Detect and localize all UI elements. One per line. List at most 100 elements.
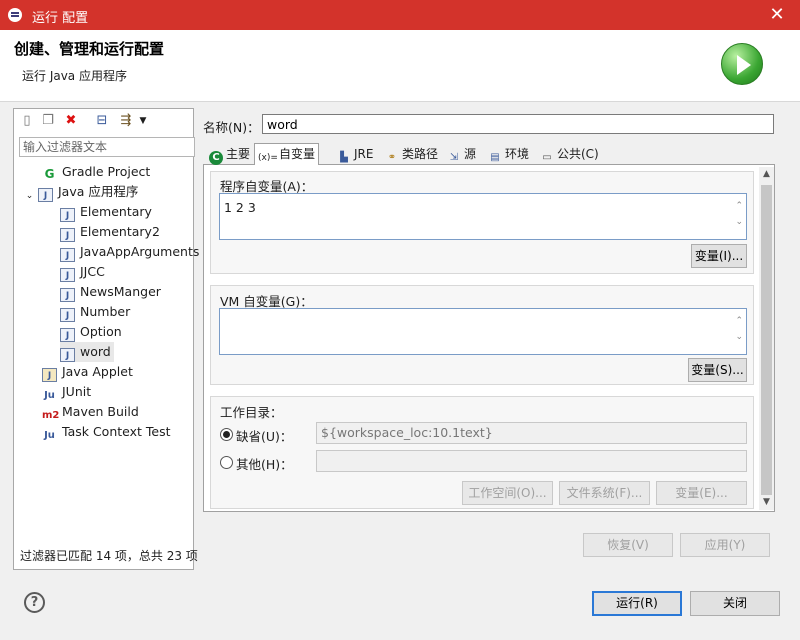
gradle-icon: G	[44, 167, 55, 181]
tab-label: 源	[464, 147, 477, 161]
vm-args-input[interactable]: ⌃ ⌄	[219, 308, 747, 355]
tree-item-newsmanger[interactable]: J NewsManger	[60, 282, 161, 302]
classpath-icon: ⚭	[387, 152, 397, 163]
tab-label: 公共(C)	[557, 147, 599, 161]
tab-label: 自变量	[279, 147, 316, 161]
tree-item-task-context[interactable]: Ju Task Context Test	[42, 422, 171, 442]
tree-item-label: JavaAppArguments	[80, 244, 200, 259]
tree-item-label: Gradle Project	[62, 164, 151, 179]
tree-item-label: JJCC	[80, 264, 105, 279]
delete-icon[interactable]: ✖	[63, 113, 79, 129]
tree-item-label: Option	[80, 324, 122, 339]
tab-label: 环境	[505, 147, 530, 161]
tree-item-jjcc[interactable]: J JJCC	[60, 262, 105, 282]
java-app-icon: J	[60, 268, 75, 282]
duplicate-icon[interactable]: ❐	[40, 113, 56, 129]
tree-item-number[interactable]: J Number	[60, 302, 130, 322]
vm-variables-button[interactable]: 变量(S)...	[688, 358, 747, 382]
java-app-icon: J	[60, 208, 75, 222]
tab-environment[interactable]: ▤ 环境	[484, 143, 533, 165]
tab-scrollbar[interactable]: ▲ ▼	[759, 167, 774, 510]
tab-arguments[interactable]: (x)=自变量	[254, 143, 320, 166]
tree-item-maven[interactable]: m2 Maven Build	[42, 402, 139, 422]
default-dir-radio[interactable]	[220, 428, 233, 441]
tab-label: 主要	[226, 147, 251, 161]
applet-icon: J	[42, 368, 57, 382]
tree-item-elementary[interactable]: J Elementary	[60, 202, 152, 222]
config-tabs: C 主要 (x)=自变量 ▙ JRE ⚭ 类路径 ⇲ 源 ▤ 环境 ▭ 公共(C)	[203, 141, 775, 166]
tree-item-java-app[interactable]: ⌄ J Java 应用程序	[24, 182, 138, 202]
collapse-all-icon[interactable]: ⊟	[94, 113, 110, 129]
program-args-value: 1 2 3	[224, 200, 256, 215]
chevron-down-icon[interactable]: ▼	[138, 113, 148, 129]
java-app-icon: J	[60, 288, 75, 302]
close-button[interactable]: 关闭	[690, 591, 780, 616]
chevron-down-icon[interactable]: ⌄	[24, 189, 35, 203]
filter-input[interactable]	[19, 137, 195, 157]
new-config-icon[interactable]: ▯	[19, 113, 35, 129]
tab-common[interactable]: ▭ 公共(C)	[536, 143, 603, 165]
tree-item-label: Elementary	[80, 204, 152, 219]
name-label: 名称(N)：	[203, 120, 260, 135]
tree-item-javaapparguments[interactable]: J JavaAppArguments	[60, 242, 199, 262]
tree-item-junit[interactable]: Ju JUnit	[42, 382, 91, 402]
main-tab-icon: C	[209, 151, 223, 165]
revert-button[interactable]: 恢复(V)	[583, 533, 673, 557]
default-dir-label: 缺省(U)：	[236, 429, 293, 444]
tab-main[interactable]: C 主要	[205, 143, 254, 165]
scrollbar-thumb[interactable]	[761, 185, 772, 495]
scroll-down-icon[interactable]: ▼	[759, 495, 774, 510]
config-list-panel: ▯ ❐ ✖ ⊟ ⇶ ▼ GGradle Project ⌄JJava 应用程序 …	[13, 108, 199, 570]
tree-item-label: Number	[80, 304, 131, 319]
close-window-button[interactable]: ✕	[764, 2, 790, 28]
run-icon	[721, 43, 763, 85]
tree-item-option[interactable]: J Option	[60, 322, 122, 342]
header-title: 创建、管理和运行配置	[14, 40, 165, 58]
config-editor-panel: 名称(N)： C主要 (x)=自变量 ▙JRE ⚭类路径 ⇲源 ▤环境 ▭公共(…	[198, 108, 787, 570]
dir-variables-button[interactable]: 变量(E)...	[656, 481, 747, 505]
program-variables-button[interactable]: 变量(I)...	[691, 244, 747, 268]
tree-item-label: Java Applet	[62, 364, 133, 379]
filter-icon[interactable]: ⇶	[118, 113, 134, 129]
other-dir-radio[interactable]	[220, 456, 233, 469]
tree-item-label: Java 应用程序	[58, 184, 139, 199]
java-app-icon: J	[60, 348, 75, 362]
tab-source[interactable]: ⇲ 源	[443, 143, 480, 165]
scroll-arrows-icon[interactable]: ⌃ ⌄	[735, 198, 743, 230]
source-icon: ⇲	[449, 152, 459, 163]
tree-item-java-applet[interactable]: J Java Applet	[42, 362, 133, 382]
apply-button[interactable]: 应用(Y)	[680, 533, 770, 557]
arguments-icon: (x)=	[258, 153, 278, 163]
tree-item-gradle[interactable]: G Gradle Project	[42, 162, 151, 182]
tree-item-label: Task Context Test	[62, 424, 171, 439]
java-app-icon: J	[60, 248, 75, 262]
tree-item-elementary2[interactable]: J Elementary2	[60, 222, 160, 242]
dialog-header: 创建、管理和运行配置 运行 Java 应用程序	[0, 30, 800, 102]
working-dir-group: 工作目录： 缺省(U)： ${workspace_loc:10.1text} 其…	[210, 396, 754, 509]
tab-label: JRE	[354, 147, 374, 161]
window-title: 运行 配置	[32, 11, 89, 26]
header-subtitle: 运行 Java 应用程序	[22, 69, 127, 83]
tree-item-label: NewsManger	[80, 284, 161, 299]
program-args-input[interactable]: 1 2 3 ⌃ ⌄	[219, 193, 747, 240]
tree-item-label: Elementary2	[80, 224, 160, 239]
filesystem-button[interactable]: 文件系统(F)...	[559, 481, 650, 505]
java-app-icon: J	[60, 308, 75, 322]
java-app-icon: J	[60, 328, 75, 342]
run-button[interactable]: 运行(R)	[592, 591, 682, 616]
scroll-up-icon[interactable]: ▲	[759, 167, 774, 182]
workspace-button[interactable]: 工作空间(O)...	[462, 481, 553, 505]
help-icon[interactable]: ?	[24, 592, 45, 613]
tree-item-word[interactable]: Jword	[60, 342, 114, 362]
common-icon: ▭	[542, 152, 552, 163]
program-args-group: 程序自变量(A)： 1 2 3 ⌃ ⌄ 变量(I)...	[210, 171, 754, 274]
other-dir-field[interactable]	[316, 450, 747, 472]
tab-classpath[interactable]: ⚭ 类路径	[381, 143, 442, 165]
name-input[interactable]	[262, 114, 774, 134]
tree-item-label: Maven Build	[62, 404, 139, 419]
tab-jre[interactable]: ▙ JRE	[333, 143, 377, 165]
working-dir-label: 工作目录：	[220, 405, 283, 420]
other-dir-label: 其他(H)：	[236, 457, 293, 472]
scroll-arrows-icon[interactable]: ⌃ ⌄	[735, 313, 743, 345]
tree-item-label: JUnit	[62, 384, 92, 399]
